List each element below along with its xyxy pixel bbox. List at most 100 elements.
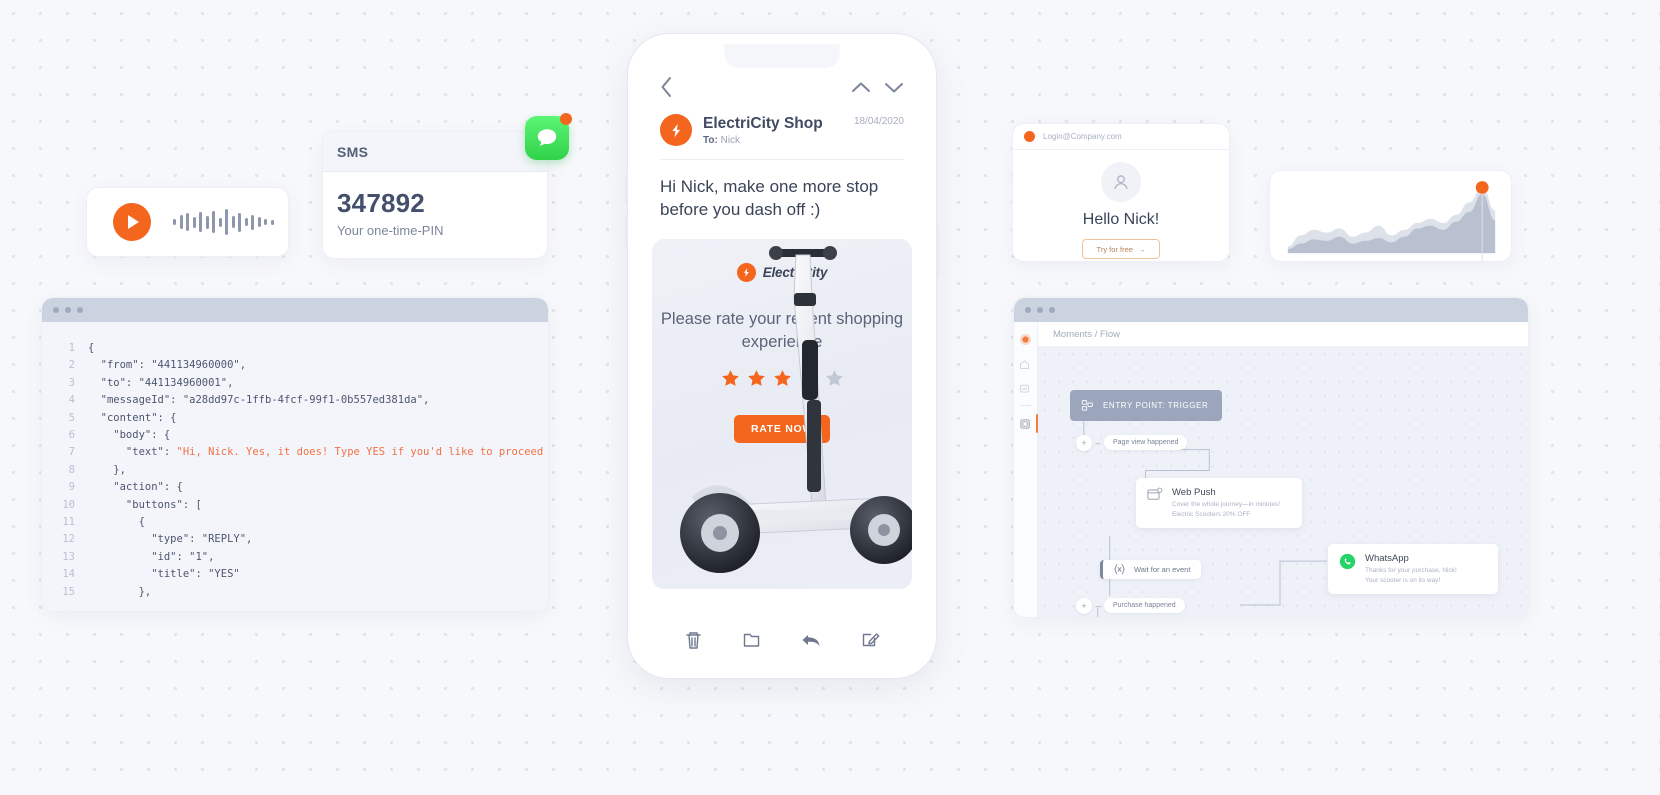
code-line-text: "action": {: [88, 481, 183, 494]
wait-event-icon: [1114, 564, 1125, 575]
sms-card-header: SMS: [323, 132, 547, 172]
flow-pill-page-view[interactable]: Page view happened: [1104, 435, 1188, 450]
flow-sidebar-rail: [1014, 322, 1038, 617]
code-line-number: 12: [62, 533, 75, 546]
code-line: 14 "title": "YES": [42, 566, 548, 583]
maximize-dot[interactable]: [1049, 307, 1055, 313]
electric-scooter-image: [680, 246, 912, 573]
close-dot[interactable]: [1025, 307, 1031, 313]
flow-canvas[interactable]: ENTRY POINT: TRIGGER + – Page view happe…: [1038, 347, 1528, 617]
flow-web-push-line2: Electric Scooters 20% OFF: [1172, 510, 1251, 518]
flow-web-push-line1: Cover the whole journey—in minutes!: [1172, 501, 1281, 508]
phone-screen: ElectriCity Shop To: Nick 18/04/2020 Hi …: [638, 44, 926, 668]
code-line-number: 9: [68, 481, 75, 494]
code-line-number: 13: [62, 550, 75, 563]
waveform-bar: [244, 218, 248, 226]
code-line: 7 "text": "Hi, Nick. Yes, it does! Type …: [42, 444, 548, 461]
code-line: 13 "id": "1",: [42, 549, 548, 566]
voice-message-player[interactable]: [86, 187, 289, 257]
arrow-right-icon: →: [1137, 244, 1146, 254]
code-line-number: 11: [62, 516, 75, 529]
imessage-icon: [525, 113, 572, 160]
try-for-free-button[interactable]: Try for free →: [1082, 239, 1160, 259]
code-line: 1{: [42, 340, 548, 357]
flow-node-web-push[interactable]: Web Push Cover the whole journey—in minu…: [1136, 478, 1302, 528]
page-root: SMS 347892 Your one-time-PIN 1{2 "from":…: [0, 0, 1660, 795]
code-line-number: 15: [62, 585, 75, 598]
waveform-bar: [205, 215, 209, 229]
archive-folder-icon[interactable]: [742, 630, 761, 650]
rail-flows-icon[interactable]: [1019, 414, 1038, 433]
mail-action-toolbar: [638, 612, 926, 668]
chevron-down-icon[interactable]: [884, 81, 904, 94]
waveform-bar: [238, 212, 241, 232]
phone-volume-down-button[interactable]: [625, 216, 628, 246]
code-editor-area[interactable]: 1{2 "from": "441134960000", 3 "to": "4411…: [42, 322, 548, 611]
code-line-number: 4: [68, 394, 75, 407]
code-string-highlight: "Hi, Nick. Yes, it does! Type YES if you…: [176, 446, 544, 459]
address-url[interactable]: Login@Company.com: [1043, 132, 1122, 141]
mail-subject: Hi Nick, make one more stop before you d…: [660, 177, 879, 219]
code-line: 15 },: [42, 584, 548, 601]
chat-bubble-glyph: [537, 129, 557, 146]
rail-divider: [1020, 405, 1031, 406]
chart-marker-dot[interactable]: [1475, 181, 1489, 194]
reply-icon[interactable]: [801, 630, 822, 650]
window-titlebar: [1014, 298, 1528, 322]
code-line-text: "content": {: [88, 411, 177, 424]
chevron-up-icon[interactable]: [851, 81, 871, 94]
code-line-text: "text": "Hi, Nick. Yes, it does! Type YE…: [88, 444, 548, 461]
maximize-dot[interactable]: [77, 307, 83, 313]
web-push-icon: [1147, 487, 1163, 500]
flow-whatsapp-text: WhatsApp Thanks for your purchase, Nick!…: [1365, 553, 1457, 585]
minimize-dot[interactable]: [65, 307, 71, 313]
phone-power-button[interactable]: [936, 230, 939, 276]
code-line: 11 {: [42, 514, 548, 531]
code-line-text: "messageId": "a28dd97c-1ffb-4fcf-99f1-0b…: [88, 394, 430, 407]
flow-whatsapp-line2: Your scooter is on its way!: [1365, 576, 1441, 584]
phone-volume-up-button[interactable]: [625, 174, 628, 204]
code-line-number: 1: [68, 342, 75, 354]
code-line-text: "to": "441134960001",: [88, 376, 234, 389]
code-line-text: "title": "YES": [88, 568, 240, 581]
code-line-text: "type": "REPLY",: [88, 533, 253, 546]
rail-reports-icon[interactable]: [1019, 381, 1032, 394]
code-line-text: "from": "441134960000",: [88, 359, 247, 372]
waveform-bar: [199, 212, 202, 232]
rail-home-icon[interactable]: [1019, 357, 1032, 370]
code-line-number: 14: [62, 568, 75, 581]
flow-whatsapp-title: WhatsApp: [1365, 553, 1409, 564]
flow-whatsapp-line1: Thanks for your purchase, Nick!: [1365, 567, 1457, 574]
bolt-glyph: [671, 123, 680, 137]
chevron-left-icon[interactable]: [660, 76, 673, 98]
code-line-number: 5: [68, 411, 75, 424]
flow-node-entry-point[interactable]: ENTRY POINT: TRIGGER: [1070, 390, 1222, 421]
code-line-number: 6: [68, 429, 75, 442]
waveform-bar: [251, 214, 254, 230]
promo-banner: ElectriCity Please rate your recent shop…: [652, 239, 912, 589]
phone-mockup: ElectriCity Shop To: Nick 18/04/2020 Hi …: [625, 33, 939, 679]
compose-icon[interactable]: [861, 630, 880, 650]
breadcrumb[interactable]: Moments / Flow: [1038, 322, 1528, 347]
play-icon[interactable]: [113, 203, 151, 241]
flow-web-push-text: Web Push Cover the whole journey—in minu…: [1172, 487, 1280, 519]
flow-node-wait-for-event[interactable]: Wait for an event: [1100, 560, 1202, 579]
delete-icon[interactable]: [684, 630, 703, 650]
code-line-number: 3: [68, 376, 75, 389]
close-dot[interactable]: [53, 307, 59, 313]
code-line: 3 "to": "441134960001",: [42, 375, 548, 392]
flow-pill-purchase[interactable]: Purchase happened: [1104, 598, 1185, 613]
analytics-chart-card: [1269, 170, 1512, 262]
flow-node-whatsapp[interactable]: WhatsApp Thanks for your purchase, Nick!…: [1328, 544, 1498, 594]
code-line-text: },: [88, 463, 126, 476]
rail-brand-icon[interactable]: [1019, 333, 1032, 346]
code-line-number: 8: [68, 463, 75, 476]
code-line: 8 },: [42, 462, 548, 479]
otp-code: 347892: [337, 188, 425, 218]
minimize-dot[interactable]: [1037, 307, 1043, 313]
flow-entry-label: ENTRY POINT: TRIGGER: [1103, 401, 1209, 410]
welcome-card-body: Hello Nick! Try for free →: [1013, 150, 1229, 259]
audio-waveform: [173, 205, 274, 239]
waveform-bar: [218, 217, 222, 227]
code-line: 4 "messageId": "a28dd97c-1ffb-4fcf-99f1-…: [42, 392, 548, 409]
